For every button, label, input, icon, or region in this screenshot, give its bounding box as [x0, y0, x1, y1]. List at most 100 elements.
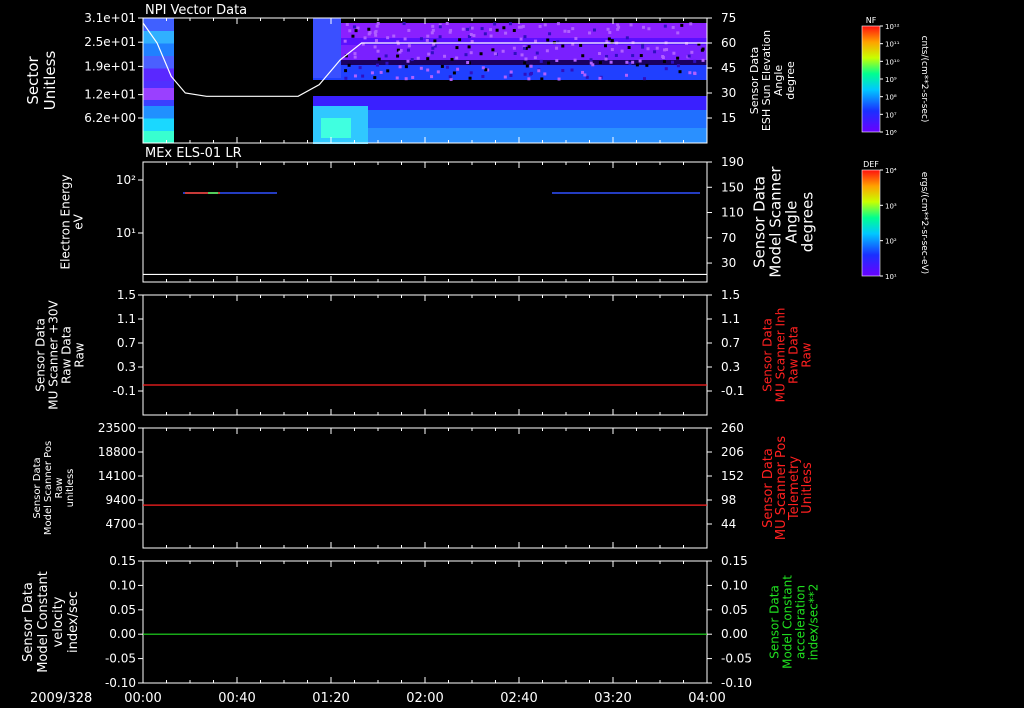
heatmap-cell	[368, 31, 372, 35]
heatmap-cell	[430, 75, 434, 79]
axis-label-group: Sensor DataMU Scanner PosTelemetryUnitle…	[761, 436, 815, 541]
heatmap-cell	[527, 45, 531, 49]
heatmap-cell	[491, 48, 495, 52]
y-tick-label: 4700	[105, 517, 136, 531]
heatmap-cell	[610, 39, 614, 43]
heatmap-cell	[609, 60, 613, 64]
heatmap-cell	[610, 48, 614, 52]
heatmap-cell	[436, 70, 440, 74]
heatmap-cell	[376, 49, 380, 53]
heatmap-cell	[431, 24, 435, 28]
heatmap-cell	[472, 34, 476, 38]
y-tick-label: 10¹	[116, 226, 136, 240]
heatmap-cell	[395, 76, 399, 80]
heatmap-cell	[455, 46, 459, 50]
x-tick-label: 04:00	[688, 691, 725, 706]
heatmap-cell	[561, 69, 565, 73]
y2-axis-label: Sensor Data	[761, 318, 775, 392]
heatmap-cell	[662, 60, 666, 64]
y2-tick-label: 1.5	[721, 288, 740, 302]
heatmap-cell	[676, 56, 680, 60]
y2-tick-label: -0.1	[721, 384, 744, 398]
heatmap-cell	[481, 66, 485, 70]
heatmap-cell	[466, 27, 470, 31]
heatmap-cell	[313, 80, 707, 96]
heatmap-cell	[523, 35, 527, 39]
heatmap-cell	[645, 63, 649, 67]
y2-tick-label: 75	[721, 11, 736, 25]
y2-tick-label: 0.3	[721, 360, 740, 374]
heatmap-cell	[581, 70, 585, 74]
heatmap-cell	[502, 26, 506, 30]
y2-tick-label: 0.00	[721, 627, 748, 641]
heatmap-cell	[537, 69, 541, 73]
y-axis-label: index/sec	[66, 591, 81, 653]
heatmap-cell	[353, 74, 357, 78]
heatmap-cell	[407, 44, 411, 48]
heatmap-cell	[672, 51, 676, 55]
heatmap-cell	[579, 43, 583, 47]
heatmap-cell	[445, 65, 449, 69]
heatmap-cell	[701, 58, 705, 62]
colorbar-tick-label: 10¹¹	[885, 41, 900, 49]
heatmap-cell	[529, 64, 533, 68]
colorbar-units: cnts/(cm**2-sr-sec)	[919, 36, 929, 123]
heatmap-cell	[548, 32, 552, 36]
y-tick-label: 0.15	[109, 554, 136, 568]
heatmap-cell	[604, 44, 608, 48]
heatmap-cell	[509, 73, 513, 77]
x-date-label: 2009/328	[30, 691, 92, 706]
heatmap-cell	[700, 48, 704, 52]
heatmap-cell	[379, 70, 383, 74]
heatmap-cell	[464, 53, 468, 57]
heatmap-cell	[449, 77, 453, 81]
heatmap-cell	[353, 52, 357, 56]
y2-tick-label: 60	[721, 36, 736, 50]
heatmap-cell	[561, 44, 565, 48]
heatmap-cell	[688, 71, 692, 75]
heatmap-cell	[641, 25, 645, 29]
heatmap-cell	[625, 36, 629, 40]
heatmap-cell	[425, 38, 429, 42]
heatmap-cell	[504, 31, 508, 35]
y-tick-label: 1.1	[117, 312, 136, 326]
heatmap-cell	[545, 49, 549, 53]
heatmap-cell	[410, 58, 414, 62]
heatmap-cell	[375, 24, 379, 28]
heatmap-cell	[456, 67, 460, 71]
heatmap-cell	[143, 88, 174, 100]
heatmap-cell	[676, 31, 680, 35]
heatmap-cell	[661, 56, 665, 60]
y-tick-label: -0.05	[105, 652, 136, 666]
heatmap-cell	[384, 54, 388, 58]
heatmap-cell	[567, 29, 571, 33]
heatmap-cell	[351, 34, 355, 38]
heatmap-cell	[426, 57, 430, 61]
y2-tick-label: 190	[721, 155, 744, 169]
heatmap-cell	[620, 49, 624, 53]
heatmap-cell	[353, 55, 357, 59]
heatmap-cell	[642, 77, 646, 81]
y2-axis-label: Unitless	[800, 462, 815, 514]
heatmap-cell	[693, 59, 697, 63]
heatmap-cell	[458, 38, 462, 42]
heatmap-cell	[625, 60, 629, 64]
heatmap-cell	[670, 60, 674, 64]
heatmap-cell	[143, 68, 174, 81]
heatmap-cell	[143, 105, 174, 119]
heatmap-cell	[629, 23, 633, 27]
heatmap-cell	[367, 27, 371, 31]
heatmap-cell	[608, 30, 612, 34]
y-tick-label: 0.3	[117, 360, 136, 374]
heatmap-cell	[402, 22, 406, 26]
heatmap-cell	[563, 29, 567, 33]
heatmap-cell	[546, 38, 550, 42]
heatmap-cell	[438, 25, 442, 29]
heatmap-cell	[687, 54, 691, 58]
axis-label-group: Sensor Data Model Constant acceleration ind…	[768, 575, 821, 669]
heatmap-cell	[678, 70, 682, 74]
y-axis-label: Model Constant	[36, 571, 51, 673]
heatmap-cell	[604, 57, 608, 61]
y2-tick-label: 206	[721, 445, 744, 459]
y2-axis-label: degrees	[798, 192, 816, 253]
